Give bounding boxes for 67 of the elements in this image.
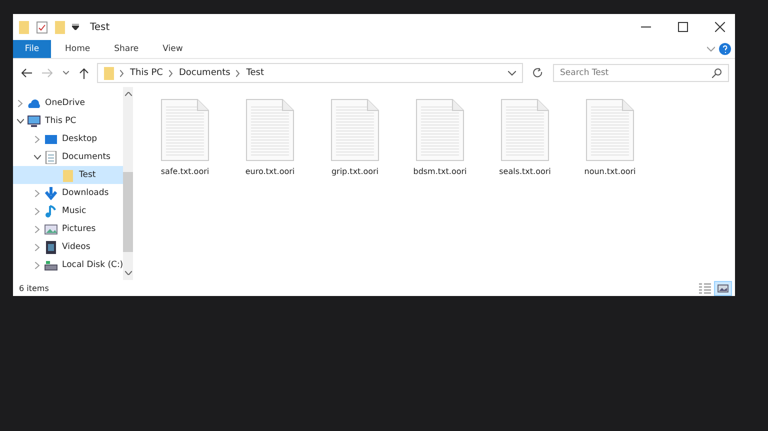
chevron-icon <box>168 70 173 76</box>
tree-item[interactable]: Downloads <box>13 184 124 202</box>
forward-arrow-icon[interactable] <box>42 68 53 78</box>
ribbon-tab[interactable]: View <box>152 40 193 58</box>
file-name[interactable]: grip.txt.oori <box>331 167 379 176</box>
text-file-icon[interactable] <box>586 99 634 161</box>
desktop-icon <box>44 132 58 146</box>
drive-icon <box>44 258 58 272</box>
text-file-icon[interactable] <box>501 99 549 161</box>
file-menu-button[interactable]: File <box>13 40 51 58</box>
videos-icon <box>44 240 58 254</box>
file-name[interactable]: seals.txt.oori <box>499 167 551 176</box>
tree-item[interactable]: Pictures <box>13 220 124 238</box>
maximize-icon[interactable] <box>678 22 688 32</box>
tree-item[interactable]: Music <box>13 202 124 220</box>
help-icon[interactable] <box>719 43 731 55</box>
ribbon-tab[interactable]: Home <box>55 40 100 58</box>
text-file-icon[interactable] <box>416 99 464 161</box>
search-icon <box>712 68 722 78</box>
tree-item[interactable]: OneDrive <box>13 94 124 112</box>
details-view-icon[interactable] <box>697 282 713 294</box>
tree-item[interactable]: Documents <box>13 148 124 166</box>
breadcrumb[interactable]: Documents <box>178 68 230 78</box>
file-name[interactable]: noun.txt.oori <box>584 167 636 176</box>
tree-item[interactable]: Desktop <box>13 130 124 148</box>
up-arrow-icon[interactable] <box>79 68 89 78</box>
back-arrow-icon[interactable] <box>21 68 32 78</box>
breadcrumb[interactable]: This PC <box>130 68 163 78</box>
chevron-icon[interactable] <box>63 71 69 75</box>
folder-icon[interactable] <box>19 20 29 34</box>
folder-icon <box>104 66 114 80</box>
tree-item[interactable]: Videos <box>13 238 124 256</box>
window-title: Test <box>90 22 110 32</box>
folder-icon[interactable] <box>55 20 65 34</box>
pictures-icon <box>44 222 58 236</box>
item-count: 6 items <box>19 284 49 292</box>
tree-item[interactable]: Local Disk (C:) <box>13 256 124 274</box>
text-file-icon[interactable] <box>246 99 294 161</box>
search-field[interactable]: Search Test <box>553 64 729 82</box>
text-file-icon[interactable] <box>331 99 379 161</box>
tree-item[interactable]: Test <box>13 166 124 184</box>
checklist-icon[interactable] <box>36 20 48 34</box>
scrollbar[interactable] <box>123 87 134 280</box>
text-file-icon[interactable] <box>161 99 209 161</box>
folder-icon <box>61 168 75 182</box>
scroll-up-icon[interactable] <box>124 92 132 96</box>
pc-icon <box>27 114 41 128</box>
tree-item[interactable]: This PC <box>13 112 124 130</box>
chevron-icon <box>120 70 124 76</box>
file-name[interactable]: euro.txt.oori <box>245 167 295 176</box>
scrollbar-thumb[interactable] <box>123 172 134 252</box>
address-bar[interactable]: This PC Documents Test <box>97 63 523 83</box>
chevron-icon[interactable] <box>508 70 516 76</box>
documents-icon <box>44 150 58 164</box>
music-icon <box>44 204 58 218</box>
ribbon-tab[interactable]: Share <box>104 40 149 58</box>
scroll-down-icon[interactable] <box>124 271 132 275</box>
onedrive-icon <box>27 96 41 110</box>
downloads-icon <box>44 186 58 200</box>
close-icon[interactable] <box>715 22 725 32</box>
breadcrumb[interactable]: Test <box>246 68 264 78</box>
chevron-icon <box>236 70 240 76</box>
dropdown-icon[interactable] <box>72 24 79 30</box>
large-icons-view-icon[interactable] <box>715 282 731 294</box>
refresh-icon[interactable] <box>533 68 543 78</box>
file-name[interactable]: bdsm.txt.oori <box>413 167 467 176</box>
file-name[interactable]: safe.txt.oori <box>160 167 210 176</box>
